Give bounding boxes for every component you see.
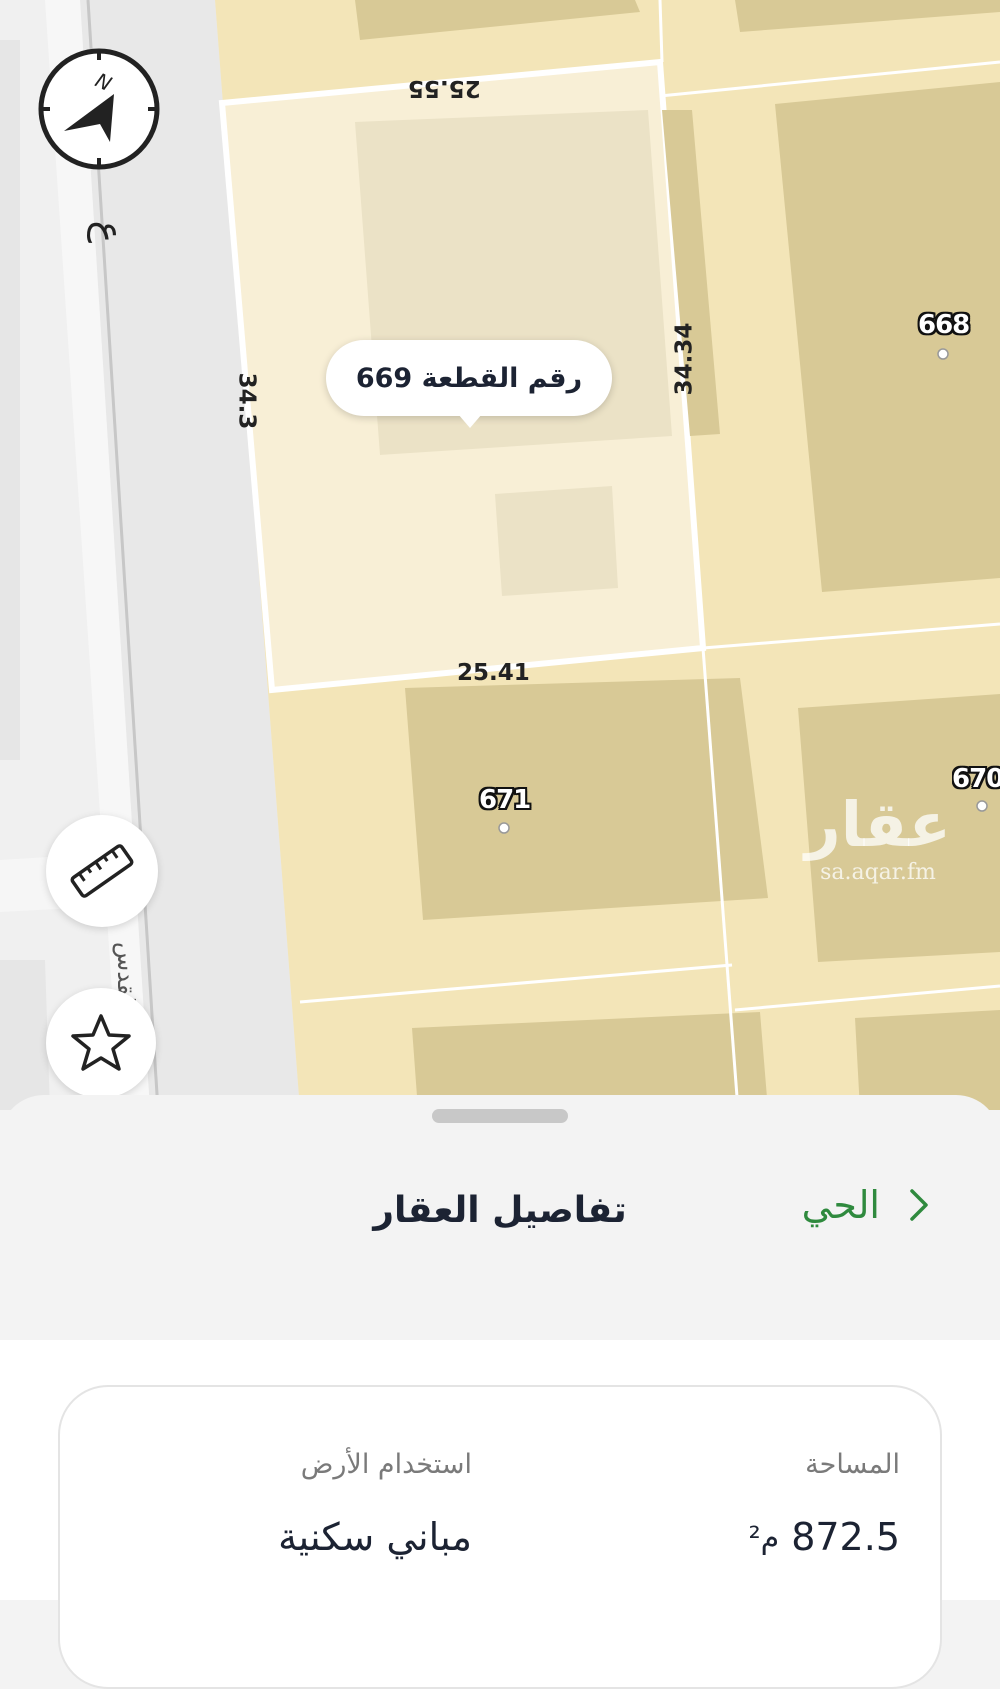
land-use-value: مباني سكنية (278, 1515, 472, 1559)
tooltip-text: رقم القطعة 669 (355, 362, 583, 394)
property-details-sheet: الحي تفاصيل العقار المساحة م² 872.5 استخ… (0, 1095, 1000, 1689)
side-block (0, 40, 20, 760)
area-value: م² 872.5 (749, 1515, 900, 1559)
area-number: 872.5 (791, 1515, 900, 1559)
plot-670-dot (976, 800, 988, 812)
aqar-watermark: عقار sa.aqar.fm (805, 788, 951, 886)
map-view[interactable]: 25.55 25.41 34.3 34.34 668 671 670 ع الق… (0, 0, 1000, 1110)
compass-icon (38, 48, 160, 170)
sheet-drag-handle[interactable] (432, 1109, 568, 1123)
plot-number-671[interactable]: 671 (479, 785, 531, 815)
area-label: المساحة (805, 1449, 900, 1480)
favorite-button[interactable] (46, 988, 156, 1098)
district-link[interactable]: الحي (802, 1183, 930, 1227)
district-link-label: الحي (801, 1183, 880, 1227)
land-use-label: استخدام الأرض (300, 1449, 472, 1480)
area-unit: م² (748, 1521, 780, 1556)
chevron-right-icon (910, 1189, 928, 1221)
compass-button[interactable]: N (36, 46, 162, 172)
star-icon (71, 1014, 131, 1071)
dimension-left: 34.3 (233, 372, 260, 430)
plot-671-dot (498, 822, 510, 834)
street-label-top: ع (87, 220, 132, 244)
dimension-right: 34.34 (671, 322, 698, 396)
ruler-icon (70, 844, 134, 898)
plot-number-668[interactable]: 668 (918, 310, 970, 340)
building-footprint (495, 486, 618, 596)
property-info-card: المساحة م² 872.5 استخدام الأرض مباني سكن… (58, 1385, 942, 1689)
parcel-boundary (658, 0, 664, 63)
watermark-logo: عقار (805, 788, 951, 861)
selected-plot-tooltip[interactable]: رقم القطعة 669 (326, 340, 612, 428)
measure-button[interactable] (46, 815, 158, 927)
watermark-url: sa.aqar.fm (820, 860, 936, 885)
sheet-title: تفاصيل العقار (373, 1190, 627, 1231)
dimension-bottom: 25.41 (457, 660, 530, 686)
dimension-top: 25.55 (408, 75, 481, 101)
plot-668-dot (937, 348, 949, 360)
plot-number-670[interactable]: 670 (952, 764, 1000, 794)
side-block-lower (0, 960, 50, 1110)
